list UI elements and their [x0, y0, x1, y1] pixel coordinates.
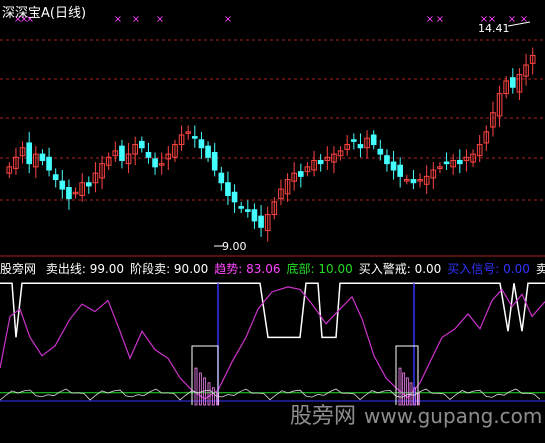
candle-body	[251, 209, 258, 222]
low-price-label: 9.00	[222, 240, 247, 253]
candle-body	[456, 159, 463, 165]
signal-marker: ×	[156, 14, 164, 25]
candle-body	[59, 180, 66, 190]
candle-body	[225, 182, 231, 196]
watermark: 股旁网 www.gupang.com	[290, 398, 542, 430]
candle-body	[145, 152, 152, 158]
candle-body	[198, 139, 205, 149]
candle-body	[46, 156, 52, 171]
kline-chart[interactable]: ××× × × × × × × × × × ×14.419.00	[0, 0, 545, 443]
candle-body	[244, 209, 251, 212]
candle-body	[370, 134, 377, 146]
signal-marker: ×	[132, 14, 140, 25]
candle-body	[443, 161, 450, 165]
signal-marker: ×	[436, 14, 444, 25]
indicator-item: 买入信号: 0.00	[447, 262, 530, 276]
candle-body	[238, 206, 245, 209]
signal-marker: ×	[426, 14, 434, 25]
candle-body	[231, 191, 238, 203]
candle-body	[205, 145, 211, 158]
indicator-name: 股旁网	[0, 262, 37, 276]
candle-body	[218, 172, 225, 184]
indicator-item: 底部: 10.00	[286, 262, 353, 276]
signal-marker: ×	[224, 14, 232, 25]
stock-name: 深深宝A	[2, 6, 50, 21]
candle-body	[317, 159, 324, 165]
indicator-legend: 股旁网 卖出线: 99.00 阶段卖: 90.00 趋势: 83.06 底部: 10.…	[0, 260, 545, 278]
signal-marker: ×	[114, 14, 122, 25]
high-price-label: 14.41	[478, 22, 510, 35]
buy-alert-bar	[207, 382, 211, 406]
candle-body	[39, 153, 46, 161]
chart-title: 深深宝A(日线)	[2, 2, 86, 21]
buy-alert-bar	[211, 387, 215, 406]
candle-body	[211, 152, 218, 171]
candle-body	[390, 161, 397, 171]
indicator-item: 卖出警	[535, 262, 545, 276]
candle-body	[152, 158, 158, 168]
candle-body	[350, 139, 357, 142]
trend-line	[0, 286, 545, 400]
candle-body	[52, 174, 59, 181]
buy-alert-bar	[194, 367, 198, 406]
candle-body	[410, 179, 417, 184]
candle-body	[397, 164, 404, 177]
buy-alert-bar	[198, 372, 202, 406]
candle-body	[66, 187, 72, 200]
indicator-items: 卖出线: 99.00 阶段卖: 90.00 趋势: 83.06 底部: 10.00 买入…	[46, 262, 545, 276]
candle-body	[357, 144, 364, 149]
watermark-url: www.gupang.com	[364, 404, 543, 428]
candle-body	[85, 182, 92, 187]
candle-body	[138, 140, 145, 149]
indicator-item: 卖出线: 99.00	[45, 262, 125, 276]
candle-body	[377, 148, 384, 155]
watermark-text: 股旁网	[290, 404, 357, 429]
candle-body	[258, 215, 264, 228]
candle-body	[384, 155, 390, 165]
indicator-item: 趋势: 83.06	[214, 262, 281, 276]
candle-body	[509, 77, 516, 88]
chart-period: (日线)	[49, 6, 87, 21]
indicator-item: 阶段卖: 90.00	[130, 262, 209, 276]
candle-body	[26, 142, 33, 165]
candle-body	[191, 136, 198, 139]
candle-body	[297, 171, 304, 177]
candle-body	[119, 145, 125, 161]
indicator-item: 买入警戒: 0.00	[358, 262, 442, 276]
